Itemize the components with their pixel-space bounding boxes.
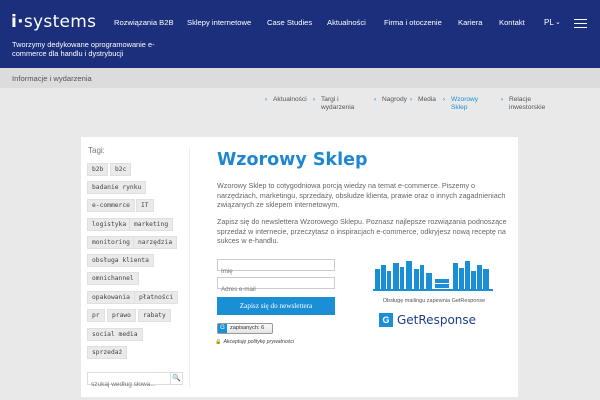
name-field (217, 259, 335, 277)
tag[interactable]: rabaty (138, 309, 171, 322)
site-header: i·systems Tworzymy dedykowane oprogramow… (0, 0, 600, 68)
tags-label: Tagi: (88, 146, 105, 155)
getresponse-icon: G (218, 324, 227, 333)
nav-item-kariera[interactable]: Kariera (458, 18, 482, 27)
tag[interactable]: płatności (134, 291, 179, 304)
chevron-right-icon: › (410, 97, 412, 103)
subnav-item-wzorowy-sklep[interactable]: › Wzorowy Sklep (443, 96, 485, 112)
tag[interactable]: IT (136, 199, 154, 212)
subscriber-counter: Gzapisanych: 6 (217, 323, 273, 334)
tag[interactable]: e-commerce (87, 199, 135, 212)
tag[interactable]: b2c (110, 163, 132, 176)
email-field (217, 277, 335, 295)
lock-icon: 🔒 (215, 339, 222, 345)
tag[interactable]: prawo (107, 309, 136, 322)
subnav-item-relacje[interactable]: › Relacje inwestorskie (501, 96, 561, 112)
tag[interactable]: narzędzia (133, 236, 178, 249)
email-input[interactable] (218, 284, 332, 295)
subnav-item-media[interactable]: › Media (410, 96, 446, 104)
tag[interactable]: logistyka (87, 218, 132, 231)
tags-sidebar: Tagi: b2b b2c badanie rynku e-commerce I… (81, 137, 191, 397)
search-icon[interactable]: 🔍 (170, 373, 182, 384)
content-card: Tagi: b2b b2c badanie rynku e-commerce I… (81, 137, 518, 397)
subnav-item-targi[interactable]: › Targi i wydarzenia (313, 96, 367, 112)
subnav-item-aktualnosci[interactable]: › Aktualności (265, 96, 323, 104)
tag[interactable]: social media (87, 328, 143, 341)
intro-paragraph: Wzorowy Sklep to cotygodniowa porcją wie… (217, 181, 506, 209)
getresponse-mark-icon: G (379, 313, 393, 327)
subscribe-button[interactable]: Zapisz się do newslettera (217, 297, 335, 315)
tag-search-input[interactable] (88, 379, 168, 390)
tag[interactable]: pr (87, 309, 105, 322)
nav-item-sklepy[interactable]: Sklepy internetowe (187, 18, 251, 27)
tag[interactable]: opakowania (87, 291, 135, 304)
name-input[interactable] (218, 266, 332, 277)
hamburger-menu-icon[interactable] (574, 19, 587, 31)
nav-item-aktualnosci[interactable]: Aktualności (327, 18, 366, 27)
language-selector[interactable]: PL (544, 18, 554, 27)
chevron-right-icon: › (501, 97, 503, 103)
getresponse-wordmark: GetResponse (397, 313, 477, 327)
nav-item-case-studies[interactable]: Case Studies (267, 18, 312, 27)
page-title: Wzorowy Sklep (217, 150, 368, 170)
sidebar-divider (189, 147, 190, 387)
privacy-checkbox[interactable]: 🔒 Akceptuję politykę prywatności (215, 339, 294, 345)
getresponse-logo[interactable]: G GetResponse (379, 313, 489, 327)
tag[interactable]: b2b (87, 163, 109, 176)
tag[interactable]: monitoring (87, 236, 135, 249)
site-logo[interactable]: i·systems (11, 12, 96, 32)
tag[interactable]: marketing (129, 218, 174, 231)
logo-text: systems (23, 12, 97, 32)
tag-search: 🔍 (87, 372, 183, 390)
tag[interactable]: badanie rynku (87, 181, 147, 194)
chevron-down-icon[interactable]: ⌄ (555, 18, 561, 26)
chevron-right-icon: › (443, 97, 445, 103)
chevron-right-icon: › (374, 97, 376, 103)
nav-item-kontakt[interactable]: Kontakt (499, 18, 525, 27)
logo-prefix: i· (11, 12, 24, 32)
breadcrumb: Informacje i wydarzenia (12, 74, 92, 83)
books-illustration (373, 261, 493, 291)
tag[interactable]: sprzedaż (87, 346, 128, 359)
nav-item-firma[interactable]: Firma i otoczenie (384, 18, 442, 27)
chevron-right-icon: › (313, 97, 315, 103)
tag[interactable]: obsługa klienta (87, 254, 154, 267)
tagline: Tworzymy dedykowane oprogramowanie e-com… (12, 40, 155, 58)
invite-paragraph: Zapisz się do newslettera Wzorowego Skle… (217, 217, 507, 245)
nav-item-b2b[interactable]: Rozwiązania B2B (114, 18, 174, 27)
tag[interactable]: omnichannel (87, 272, 139, 285)
breadcrumb-bar: Informacje i wydarzenia (0, 68, 600, 88)
chevron-right-icon: › (265, 97, 267, 103)
getresponse-caption: Obsługę mailingu zapewnia GetResponse (382, 298, 486, 304)
